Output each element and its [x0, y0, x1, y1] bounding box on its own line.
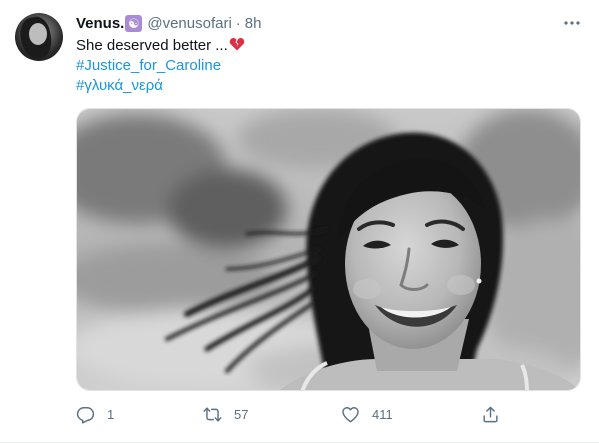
reply-button[interactable]: 1 — [76, 404, 114, 424]
reply-count: 1 — [107, 406, 115, 422]
yin-yang-icon: ☯ — [125, 14, 143, 32]
like-button[interactable]: 411 — [341, 404, 393, 424]
share-button[interactable] — [481, 404, 500, 424]
tweet-text-line: She deserved better ... — [76, 36, 245, 56]
photo-image — [77, 109, 580, 390]
broken-heart-icon — [229, 38, 244, 51]
hashtag-line: #Justice_for_Caroline — [76, 56, 221, 76]
tweet-time[interactable]: 8h — [245, 15, 262, 32]
heart-icon — [342, 406, 359, 422]
hashtag-link[interactable]: #γλυκά_νερά — [76, 77, 163, 94]
tweet[interactable]: Venus. ☯ @venusofari · 8h She deserved b… — [0, 0, 599, 443]
retweet-button[interactable]: 57 — [203, 404, 248, 424]
hashtag-line: #γλυκά_νερά — [76, 76, 163, 96]
display-name[interactable]: Venus. — [76, 15, 124, 32]
separator-dot: · — [235, 14, 241, 32]
hashtag-link[interactable]: #Justice_for_Caroline — [76, 57, 221, 74]
tweet-text: She deserved better ... — [76, 37, 228, 54]
avatar[interactable] — [15, 13, 63, 61]
tweet-photo[interactable] — [76, 108, 581, 391]
user-handle[interactable]: @venusofari — [147, 15, 231, 32]
reply-icon — [76, 406, 95, 424]
retweet-count: 57 — [234, 406, 249, 422]
more-dots-icon[interactable] — [562, 13, 582, 33]
tweet-header: Venus. ☯ @venusofari · 8h — [76, 13, 261, 33]
share-icon — [483, 406, 498, 422]
like-count: 411 — [372, 406, 393, 422]
retweet-icon — [203, 406, 222, 422]
avatar-face — [29, 23, 47, 45]
